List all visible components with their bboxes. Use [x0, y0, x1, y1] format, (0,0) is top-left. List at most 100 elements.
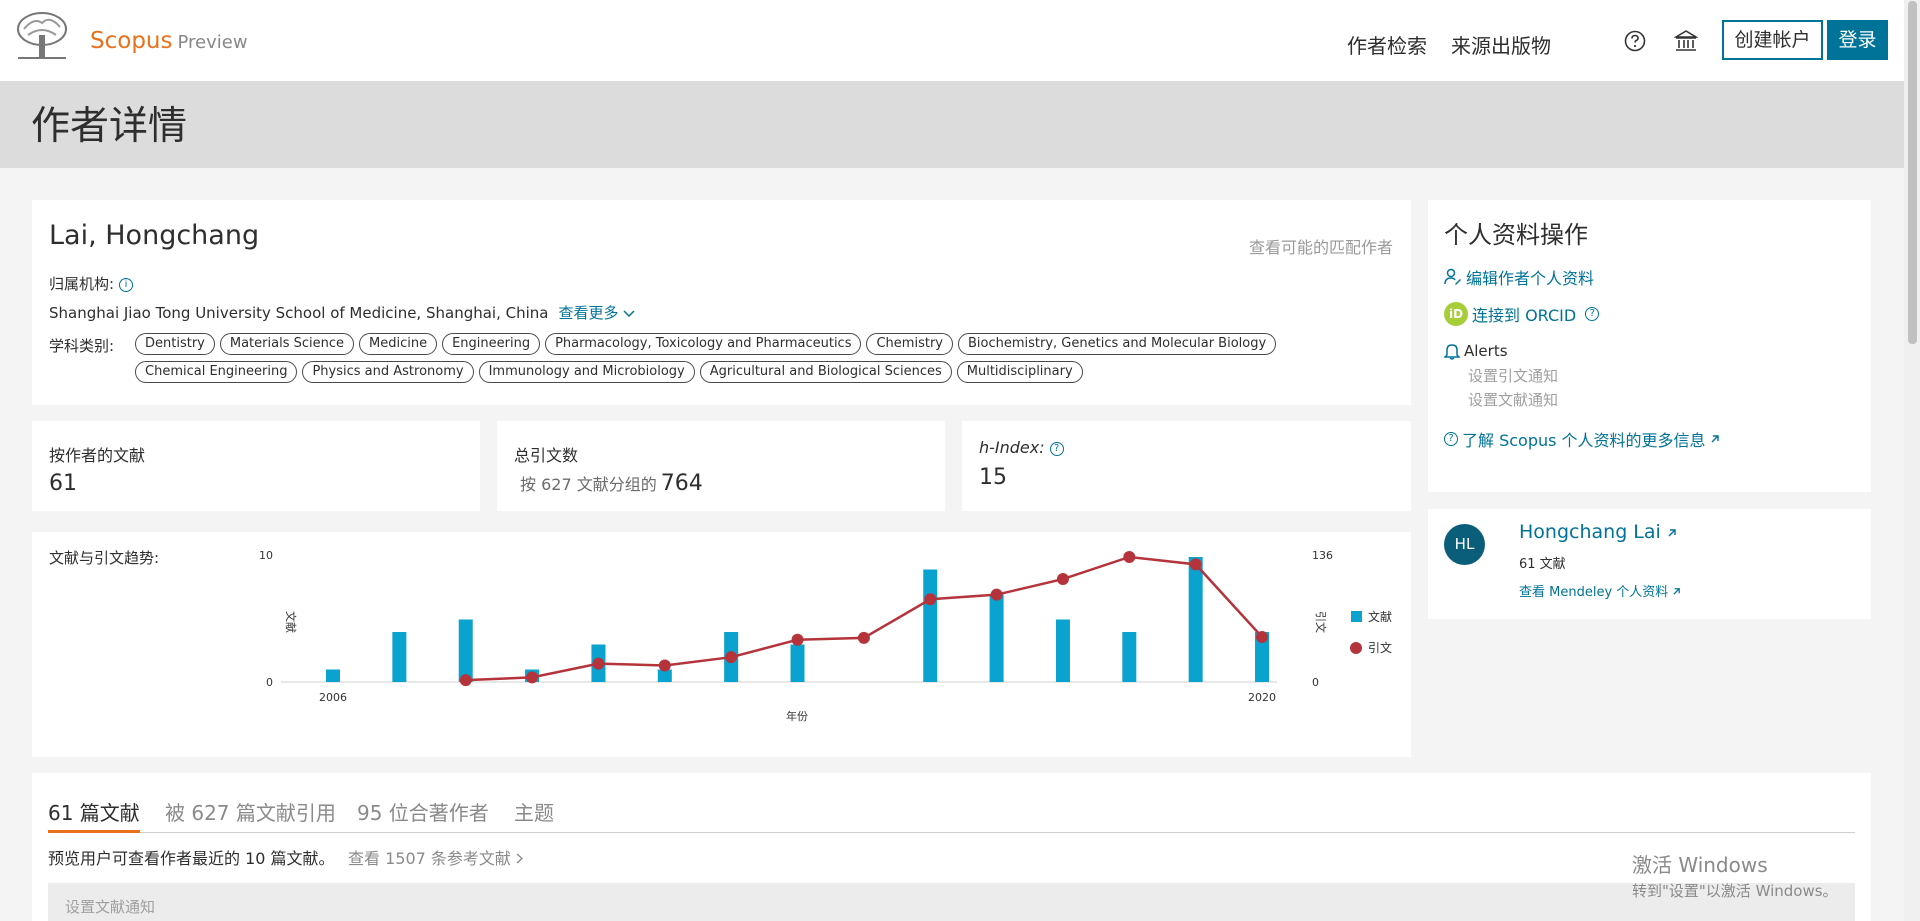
- y-left-tick-max: 10: [259, 549, 273, 562]
- y-right-tick-min: 0: [1312, 676, 1319, 689]
- citations-point[interactable]: [924, 593, 937, 606]
- x-tick-first: 2006: [319, 691, 347, 704]
- elsevier-logo-icon[interactable]: [14, 11, 70, 61]
- subject-tag: Multidisciplinary: [956, 361, 1083, 383]
- documents-bar[interactable]: [923, 569, 938, 683]
- subject-tags: Dentistry Materials Science Medicine Eng…: [135, 333, 1375, 383]
- documents-bar[interactable]: [1188, 557, 1203, 682]
- mendeley-profile-link[interactable]: 查看 Mendeley 个人资料: [1519, 581, 1681, 600]
- subjects-label: 学科类别:: [49, 337, 115, 355]
- hindex-metric-label: h-Index:?: [979, 438, 1064, 457]
- tab-coauthors[interactable]: 95 位合著作者: [357, 797, 489, 833]
- info-icon[interactable]: i: [119, 277, 134, 292]
- bell-icon: [1444, 344, 1460, 360]
- subject-tag: Pharmacology, Toxicology and Pharmaceuti…: [545, 333, 862, 355]
- citations-point[interactable]: [857, 631, 870, 644]
- citation-alert-link[interactable]: 设置引文通知: [1468, 365, 1558, 386]
- mendeley-name-link[interactable]: Hongchang Lai: [1519, 521, 1677, 543]
- info-icon[interactable]: ?: [1585, 307, 1600, 321]
- y-left-tick-min: 0: [266, 676, 273, 689]
- author-name: Lai, Hongchang: [49, 220, 260, 251]
- scopus-brand[interactable]: Scopus Preview: [90, 28, 248, 54]
- edit-user-icon: [1444, 268, 1461, 285]
- affiliation-text: Shanghai Jiao Tong University School of …: [49, 302, 635, 323]
- documents-bar[interactable]: [989, 594, 1004, 683]
- documents-bar[interactable]: [458, 619, 473, 683]
- documents-metric-card[interactable]: 按作者的文献 61: [32, 421, 480, 511]
- mendeley-card: HL Hongchang Lai 61 文献 查看 Mendeley 个人资料: [1428, 509, 1871, 619]
- subject-tag: Biochemistry, Genetics and Molecular Bio…: [957, 333, 1277, 355]
- legend-cites-marker: [1350, 642, 1362, 654]
- y-right-axis-label: 引文: [1314, 611, 1328, 633]
- citations-metric-value: 764: [660, 471, 703, 496]
- page-scrollbar[interactable]: [1904, 0, 1920, 921]
- chevron-down-icon: [623, 310, 635, 318]
- subject-tag: Dentistry: [135, 333, 215, 355]
- set-alert-text: 设置文献通知: [65, 898, 156, 916]
- citations-metric-label: 总引文数: [514, 446, 579, 465]
- documents-bar[interactable]: [1055, 619, 1070, 683]
- nav-sources[interactable]: 来源出版物: [1451, 30, 1551, 59]
- top-bar: Scopus Preview 作者检索 来源出版物 创建帐户 登录: [0, 0, 1904, 81]
- external-link-icon: [1673, 588, 1681, 595]
- login-button[interactable]: 登录: [1827, 20, 1888, 60]
- documents-bar[interactable]: [392, 632, 407, 682]
- citations-metric-card[interactable]: 总引文数 按 627 文献分组的 764: [497, 421, 945, 511]
- citations-point[interactable]: [1189, 558, 1202, 571]
- subject-tag: Chemistry: [866, 333, 953, 355]
- subject-tag: Chemical Engineering: [135, 361, 298, 383]
- external-link-icon: [1668, 529, 1676, 537]
- y-right-tick-max: 136: [1312, 549, 1333, 562]
- nav-author-search[interactable]: 作者检索: [1347, 30, 1427, 59]
- citations-points: [459, 551, 1269, 687]
- legend-docs-label: 文献: [1368, 609, 1392, 624]
- edit-profile-link[interactable]: 编辑作者个人资料: [1444, 265, 1594, 289]
- citations-point[interactable]: [1056, 573, 1069, 586]
- hindex-metric-card[interactable]: h-Index:? 15: [962, 421, 1411, 511]
- help-icon[interactable]: [1624, 30, 1646, 52]
- see-more-link[interactable]: 查看更多: [558, 304, 635, 322]
- citations-point[interactable]: [725, 651, 738, 664]
- legend-docs-swatch: [1351, 611, 1362, 622]
- document-alert-bar[interactable]: 设置文献通知: [48, 883, 1855, 921]
- hindex-metric-value: 15: [979, 465, 1007, 490]
- citations-point[interactable]: [459, 674, 472, 687]
- scrollbar-thumb[interactable]: [1908, 1, 1917, 344]
- documents-bar[interactable]: [326, 669, 340, 683]
- create-account-button[interactable]: 创建帐户: [1722, 20, 1823, 60]
- institution-icon[interactable]: [1674, 29, 1698, 53]
- help-icon: ?: [1444, 432, 1458, 446]
- y-left-axis-label: 文献: [284, 611, 298, 633]
- affiliation-label: 归属机构: i: [49, 273, 134, 294]
- documents-bar[interactable]: [1122, 632, 1137, 682]
- tab-bar: 61 篇文献 被 627 篇文献引用 95 位合著作者 主题: [48, 785, 1855, 833]
- preview-label: Preview: [177, 32, 248, 53]
- profile-actions-title: 个人资料操作: [1444, 221, 1588, 249]
- trend-chart-card: 文献与引文趋势: 10 0 136 0 2006 2020 年份 文献 引文 文…: [32, 532, 1411, 757]
- documents-metric-label: 按作者的文献: [49, 446, 146, 465]
- tab-topics[interactable]: 主题: [514, 797, 554, 833]
- mendeley-docs: 61 文献: [1519, 557, 1566, 572]
- connect-orcid-link[interactable]: iD 连接到 ORCID ?: [1444, 302, 1600, 326]
- bar-group: [326, 557, 1270, 683]
- citations-point[interactable]: [990, 588, 1003, 601]
- view-references-link[interactable]: 查看 1507 条参考文献: [348, 845, 524, 869]
- documents-section: 61 篇文献 被 627 篇文献引用 95 位合著作者 主题 预览用户可查看作者…: [32, 773, 1871, 921]
- learn-more-link[interactable]: ? 了解 Scopus 个人资料的更多信息: [1444, 427, 1720, 451]
- possible-match-link[interactable]: 查看可能的匹配作者: [1249, 234, 1393, 258]
- chevron-right-icon: [516, 853, 524, 864]
- subject-tag: Medicine: [359, 333, 438, 355]
- document-alert-link[interactable]: 设置文献通知: [1468, 389, 1558, 410]
- documents-bar[interactable]: [790, 644, 805, 683]
- citations-point[interactable]: [658, 659, 671, 672]
- citations-point[interactable]: [526, 671, 539, 684]
- citations-point[interactable]: [791, 633, 804, 646]
- profile-actions-card: 个人资料操作 编辑作者个人资料 iD 连接到 ORCID ? Alerts 设置…: [1428, 200, 1871, 492]
- x-axis-label: 年份: [786, 709, 808, 723]
- tab-cited-by[interactable]: 被 627 篇文献引用: [165, 797, 336, 833]
- tab-documents[interactable]: 61 篇文献: [48, 797, 140, 833]
- info-icon[interactable]: ?: [1049, 441, 1064, 456]
- citations-point[interactable]: [1123, 551, 1136, 563]
- citations-point[interactable]: [592, 657, 605, 670]
- citations-point[interactable]: [1256, 630, 1269, 643]
